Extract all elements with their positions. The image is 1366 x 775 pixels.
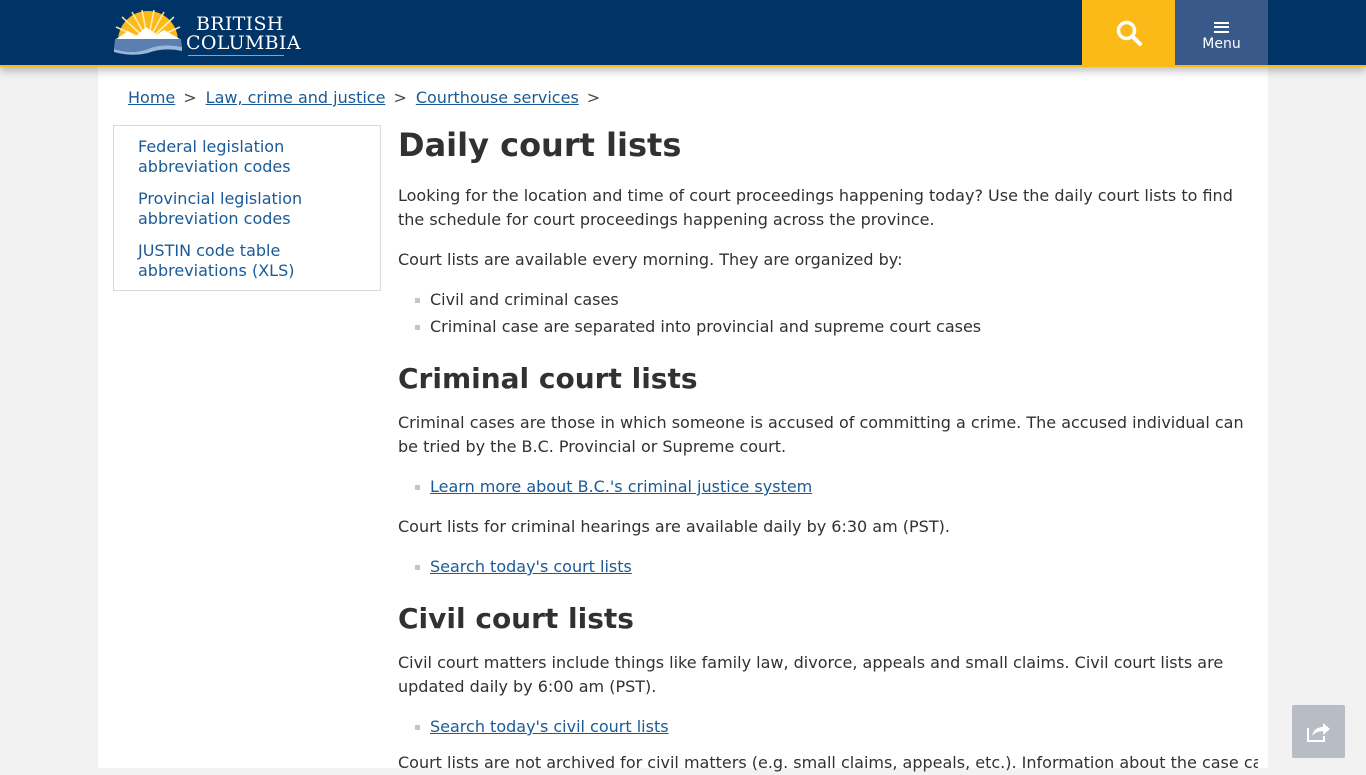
- list-item-text: Civil and criminal cases: [430, 290, 619, 309]
- page-content: Home > Law, crime and justice > Courthouse s…: [98, 67, 1268, 772]
- menu-button[interactable]: Menu: [1175, 0, 1268, 65]
- sidenav-federal-legislation[interactable]: Federal legislation abbreviation codes: [138, 137, 338, 177]
- intro-paragraph: Looking for the location and time of cou…: [398, 186, 1233, 229]
- search-button[interactable]: [1082, 0, 1175, 65]
- logo-wordmark: British Columbia: [186, 15, 301, 53]
- list-item-text: Criminal case are separated into provinc…: [430, 317, 982, 336]
- search-civil-court-lists-link[interactable]: Search today's civil court lists: [430, 717, 669, 736]
- side-navigation: Federal legislation abbreviation codes P…: [113, 125, 381, 291]
- breadcrumb-courthouse-services[interactable]: Courthouse services: [416, 88, 579, 107]
- learn-more-criminal-justice-link[interactable]: Learn more about B.C.'s criminal justice…: [430, 477, 812, 496]
- site-header: British Columbia Menu: [0, 0, 1366, 67]
- hamburger-icon: [1214, 21, 1229, 33]
- menu-label: Menu: [1202, 35, 1241, 52]
- availability-paragraph: Court lists are available every morning.…: [398, 250, 903, 269]
- share-button[interactable]: [1292, 705, 1345, 758]
- breadcrumb-home[interactable]: Home: [128, 88, 175, 107]
- bc-sun-mountains-icon: [114, 9, 182, 55]
- share-icon: [1306, 722, 1330, 742]
- list-item: Search today's civil court lists: [415, 715, 669, 739]
- breadcrumb-law-crime-justice[interactable]: Law, crime and justice: [206, 88, 386, 107]
- list-item: Learn more about B.C.'s criminal justice…: [415, 475, 812, 499]
- magnifier-icon: [1116, 20, 1142, 46]
- breadcrumb: Home > Law, crime and justice > Courthouse s…: [128, 88, 609, 107]
- list-item: Civil and criminal cases: [415, 288, 619, 312]
- civil-archive-note: Court lists are not archived for civil m…: [398, 753, 1258, 772]
- breadcrumb-separator: >: [183, 88, 197, 107]
- criminal-description: Criminal cases are those in which someon…: [398, 413, 1244, 456]
- criminal-heading: Criminal court lists: [398, 362, 698, 395]
- search-court-lists-link[interactable]: Search today's court lists: [430, 557, 632, 576]
- logo-line-2: Columbia: [186, 32, 301, 54]
- civil-description: Civil court matters include things like …: [398, 653, 1224, 696]
- logo-underline: [188, 55, 284, 56]
- list-item: Search today's court lists: [415, 555, 632, 579]
- breadcrumb-separator: >: [586, 88, 601, 107]
- civil-heading: Civil court lists: [398, 602, 634, 635]
- sidenav-provincial-legislation[interactable]: Provincial legislation abbreviation code…: [138, 189, 338, 229]
- sidenav-justin-code-table[interactable]: JUSTIN code table abbreviations (XLS): [138, 241, 338, 281]
- criminal-timing: Court lists for criminal hearings are av…: [398, 517, 950, 536]
- breadcrumb-separator: >: [393, 88, 407, 107]
- list-item: Criminal case are separated into provinc…: [415, 315, 981, 339]
- page-title: Daily court lists: [398, 126, 682, 164]
